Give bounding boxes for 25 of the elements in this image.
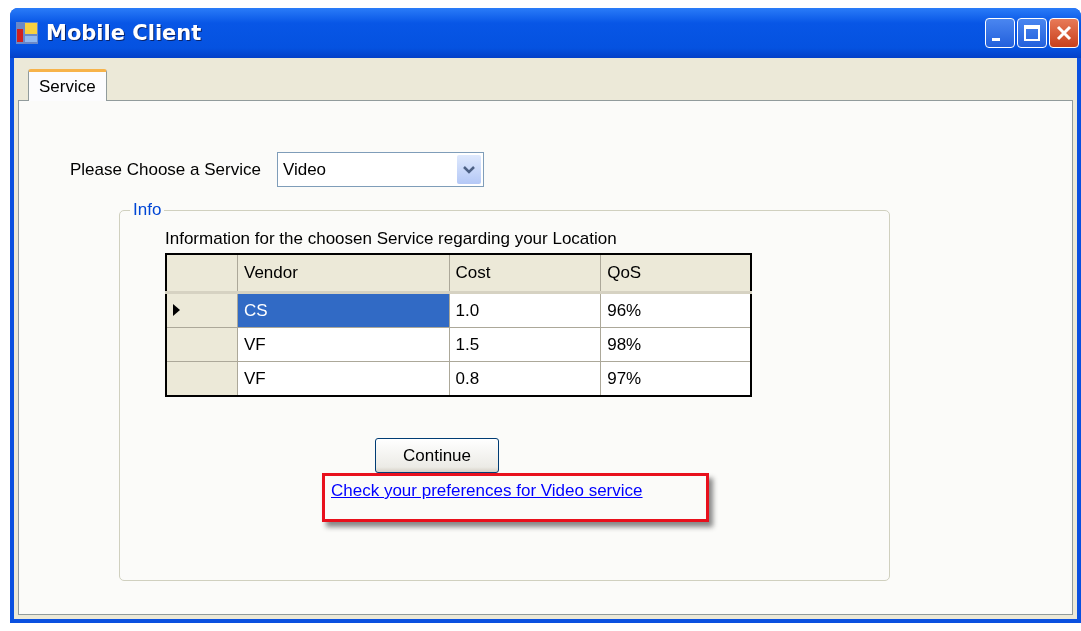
maximize-button[interactable] xyxy=(1017,18,1047,48)
window-title: Mobile Client xyxy=(46,21,203,45)
service-label: Please Choose a Service xyxy=(70,159,261,180)
preferences-link[interactable]: Check your preferences for Video service xyxy=(331,481,643,500)
row-header[interactable] xyxy=(166,292,238,328)
close-button[interactable] xyxy=(1049,18,1079,48)
continue-button[interactable]: Continue xyxy=(375,438,499,473)
info-caption: Information for the choosen Service regarding your Location xyxy=(165,229,618,249)
column-header[interactable]: QoS xyxy=(600,254,751,293)
app-icon xyxy=(16,22,38,44)
column-header[interactable]: Cost xyxy=(449,254,601,293)
column-header[interactable]: Vendor xyxy=(237,254,449,293)
minimize-button[interactable] xyxy=(985,18,1015,48)
corner-header xyxy=(166,254,238,293)
table-cell[interactable]: 1.5 xyxy=(449,327,601,362)
table-cell[interactable]: 1.0 xyxy=(449,292,601,328)
table-cell[interactable]: CS xyxy=(237,292,449,328)
current-row-icon xyxy=(173,303,180,316)
row-header[interactable] xyxy=(166,361,238,396)
close-icon xyxy=(1055,24,1073,42)
service-dropdown[interactable]: Video xyxy=(276,152,484,187)
table-cell[interactable]: VF xyxy=(237,327,449,362)
minimize-icon xyxy=(992,38,1000,41)
tab[interactable]: Service xyxy=(28,69,107,101)
maximize-icon xyxy=(1023,24,1041,42)
